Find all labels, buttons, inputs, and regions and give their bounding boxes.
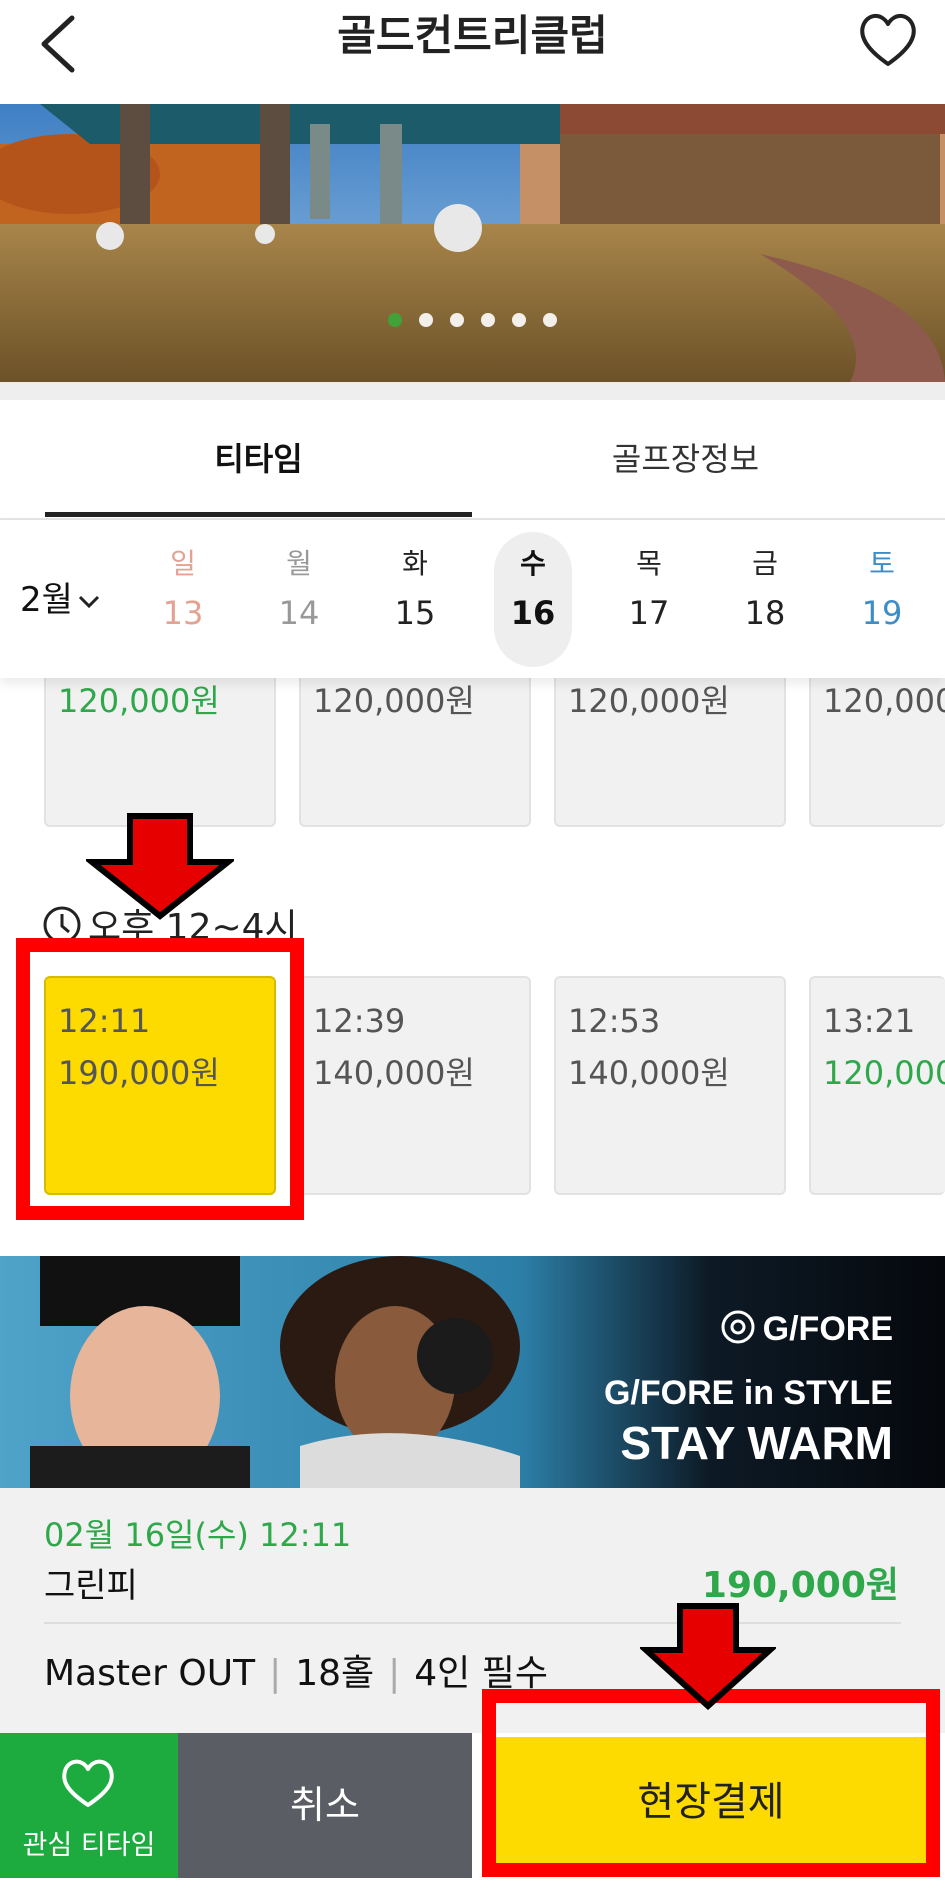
hole-count: 18홀 [295, 1653, 375, 1694]
date-wed-16-selected[interactable]: 수 16 [494, 532, 572, 667]
carousel-dot[interactable] [512, 313, 527, 327]
course-details: Master OUT | 18홀 | 4인 필수 [44, 1644, 548, 1696]
fee-type: 그린피 [44, 1566, 138, 1606]
tee-slot[interactable]: 12:39 140,000원 [299, 976, 531, 1195]
tee-price: 120,000원 [568, 682, 730, 720]
favorite-teetime-label: 관심 티타임 [22, 1830, 156, 1861]
tee-price: 120,000원 [823, 1054, 945, 1092]
date-sat-19[interactable]: 토 19 [843, 532, 921, 667]
day-of-week: 수 [520, 547, 546, 580]
gfore-logo-icon [721, 1310, 755, 1344]
tab-tee-time[interactable]: 티타임 [45, 400, 472, 518]
day-of-week: 금 [752, 547, 778, 580]
tee-price: 140,000원 [313, 1054, 475, 1092]
date-fri-18[interactable]: 금 18 [726, 532, 804, 667]
tee-price: 120,000원 [823, 682, 945, 720]
tee-price: 120,000원 [313, 682, 475, 720]
ad-banner[interactable]: G/FORE G/FORE in STYLE STAY WARM [0, 1256, 945, 1488]
app-header: 골드컨트리클럽 [0, 0, 945, 104]
section-gap [0, 382, 945, 400]
carousel-dot[interactable] [543, 313, 558, 327]
favorite-teetime-button[interactable]: 관심 티타임 [0, 1733, 178, 1878]
tee-time: 12:39 [313, 1002, 406, 1040]
separator: | [388, 1653, 401, 1694]
day-number: 14 [278, 594, 320, 632]
date-tue-15[interactable]: 화 15 [376, 532, 454, 667]
date-mon-14[interactable]: 월 14 [260, 532, 338, 667]
annotation-highlight-box [482, 1689, 940, 1877]
annotation-arrow-down-icon [86, 813, 234, 920]
day-of-week: 목 [636, 547, 662, 580]
day-of-week: 일 [170, 547, 196, 580]
course-photo [0, 104, 945, 382]
day-of-week: 월 [286, 547, 312, 580]
day-of-week: 토 [869, 547, 895, 580]
ad-brand-logo: G/FORE [719, 1310, 893, 1349]
day-of-week: 화 [402, 547, 428, 580]
date-sun-13[interactable]: 일 13 [144, 532, 222, 667]
tee-slot[interactable]: 13:21 120,000원 [809, 976, 945, 1195]
ad-brand-name: G/FORE [762, 1310, 893, 1348]
summary-price: 190,000원 [701, 1565, 899, 1606]
ad-slogan: STAY WARM [620, 1417, 893, 1469]
date-selector: 2월 일 13 월 14 화 15 수 16 목 17 금 18 토 19 [0, 520, 945, 678]
day-number: 13 [162, 594, 204, 632]
day-number: 17 [628, 594, 670, 632]
selected-datetime: 02월 16일(수) 12:11 [44, 1516, 352, 1554]
tab-course-info[interactable]: 골프장정보 [472, 400, 899, 518]
heart-outline-icon [62, 1759, 114, 1807]
tee-time: 13:21 [823, 1002, 916, 1040]
course-photo-carousel[interactable] [0, 104, 945, 382]
heart-icon[interactable] [855, 8, 921, 72]
tee-price: 140,000원 [568, 1054, 730, 1092]
day-number: 19 [861, 594, 903, 632]
chevron-down-icon [78, 595, 99, 608]
day-number: 16 [510, 594, 556, 632]
tee-price: 120,000원 [58, 682, 220, 720]
annotation-arrow-down-icon [640, 1603, 776, 1710]
page-title: 골드컨트리클럽 [337, 11, 608, 60]
month-dropdown[interactable]: 2월 [20, 572, 101, 621]
carousel-dot-active[interactable] [387, 313, 402, 327]
ad-headline: G/FORE in STYLE [603, 1374, 893, 1412]
separator: | [269, 1653, 282, 1694]
carousel-dot[interactable] [481, 313, 496, 327]
carousel-dot[interactable] [449, 313, 464, 327]
date-thu-17[interactable]: 목 17 [610, 532, 688, 667]
tee-time: 12:53 [568, 1002, 661, 1040]
course-name: Master OUT [44, 1653, 256, 1694]
cancel-button[interactable]: 취소 [178, 1733, 472, 1878]
month-label: 2월 [20, 580, 73, 620]
day-number: 15 [394, 594, 436, 632]
annotation-highlight-box [16, 938, 304, 1220]
day-number: 18 [744, 594, 786, 632]
tab-bar: 티타임 골프장정보 [0, 400, 945, 520]
tee-slot[interactable]: 12:53 140,000원 [554, 976, 786, 1195]
active-tab-indicator [45, 512, 472, 517]
carousel-dot[interactable] [418, 313, 433, 327]
carousel-dots [0, 312, 945, 328]
player-requirement: 4인 필수 [414, 1653, 548, 1694]
